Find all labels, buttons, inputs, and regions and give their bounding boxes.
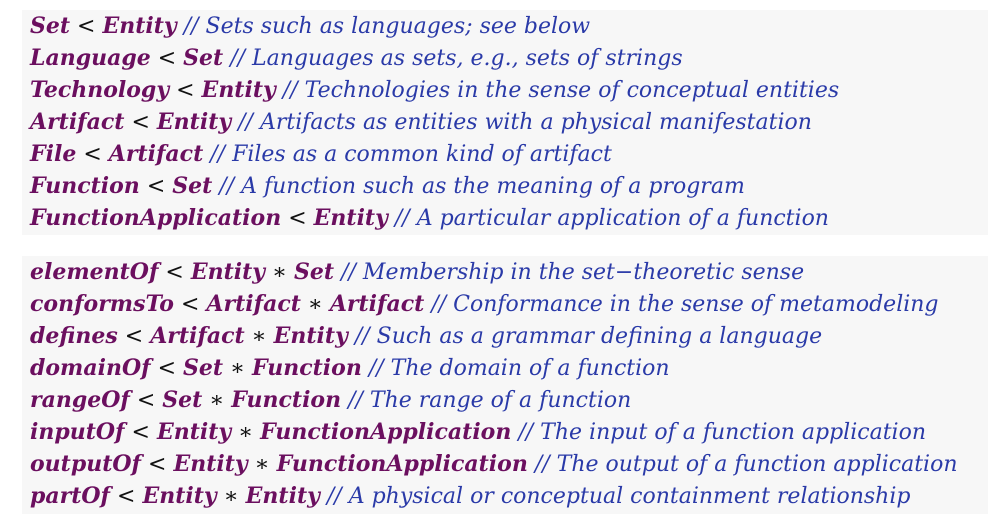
relation-domain: Artifact xyxy=(206,291,301,317)
relation-comment: // A physical or conceptual containment … xyxy=(326,484,911,509)
subtype-operator: < xyxy=(117,484,136,509)
supertype-name: Entity xyxy=(156,109,232,135)
relation-comment: // The input of a function application xyxy=(518,420,926,445)
relation-declaration-line: rangeOf < Set ∗ Function // The range of… xyxy=(30,384,631,416)
subtype-operator: < xyxy=(124,324,144,349)
type-declaration-line: Set < Entity // Sets such as languages; … xyxy=(30,10,590,42)
relation-declaration-line: defines < Artifact ∗ Entity // Such as a… xyxy=(30,320,822,352)
relation-range: FunctionApplication xyxy=(276,451,528,477)
relation-comment: // Membership in the set−theoretic sense xyxy=(341,260,805,285)
relation-range: Entity xyxy=(245,483,320,509)
type-comment: // A function such as the meaning of a p… xyxy=(219,174,745,199)
type-name: Language xyxy=(30,45,151,71)
relation-name: partOf xyxy=(30,483,111,509)
type-name: Artifact xyxy=(30,109,125,135)
product-operator: ∗ xyxy=(254,452,270,477)
type-declaration-line: Language < Set // Languages as sets, e.g… xyxy=(30,42,683,74)
type-declarations-block: Set < Entity // Sets such as languages; … xyxy=(22,10,988,235)
type-declaration-line: Function < Set // A function such as the… xyxy=(30,170,745,202)
relation-range: Entity xyxy=(273,323,348,349)
relation-name: defines xyxy=(30,323,118,349)
subtype-operator: < xyxy=(157,46,177,71)
relation-range: Function xyxy=(231,387,342,413)
product-operator: ∗ xyxy=(307,292,323,317)
relation-name: elementOf xyxy=(30,259,159,285)
product-operator: ∗ xyxy=(272,260,288,285)
relation-declaration-line: conformsTo < Artifact ∗ Artifact // Conf… xyxy=(30,288,939,320)
relation-domain: Entity xyxy=(190,259,266,285)
supertype-name: Entity xyxy=(102,13,177,39)
relation-domain: Entity xyxy=(173,451,248,477)
relation-name: domainOf xyxy=(30,355,151,381)
relation-declaration-line: partOf < Entity ∗ Entity // A physical o… xyxy=(30,480,910,512)
relation-comment: // The domain of a function xyxy=(368,356,670,381)
type-comment: // A particular application of a functio… xyxy=(394,206,829,231)
relation-range: Function xyxy=(252,355,362,381)
type-declaration-line: FunctionApplication < Entity // A partic… xyxy=(30,202,829,234)
product-operator: ∗ xyxy=(223,484,239,509)
relation-declaration-line: inputOf < Entity ∗ FunctionApplication /… xyxy=(30,416,926,448)
supertype-name: Entity xyxy=(201,77,276,103)
relation-name: conformsTo xyxy=(30,291,174,317)
relation-declaration-line: elementOf < Entity ∗ Set // Membership i… xyxy=(30,256,804,288)
relation-comment: // The range of a function xyxy=(348,388,632,413)
supertype-name: Set xyxy=(183,45,224,71)
subtype-operator: < xyxy=(165,260,184,285)
type-name: Technology xyxy=(30,77,170,103)
relation-declarations-block: elementOf < Entity ∗ Set // Membership i… xyxy=(22,256,988,514)
relation-comment: // Such as a grammar defining a language xyxy=(354,324,823,349)
subtype-operator: < xyxy=(148,452,167,477)
type-comment: // Technologies in the sense of conceptu… xyxy=(282,78,840,103)
relation-range: FunctionApplication xyxy=(260,419,512,445)
relation-name: rangeOf xyxy=(30,387,130,413)
relation-domain: Entity xyxy=(142,483,217,509)
type-comment: // Artifacts as entities with a physical… xyxy=(238,110,812,135)
product-operator: ∗ xyxy=(251,324,267,349)
type-name: Set xyxy=(30,13,71,39)
product-operator: ∗ xyxy=(238,420,254,445)
type-comment: // Files as a common kind of artifact xyxy=(210,142,612,167)
type-declaration-line: File < Artifact // Files as a common kin… xyxy=(30,138,612,170)
relation-name: inputOf xyxy=(30,419,125,445)
relation-name: outputOf xyxy=(30,451,141,477)
type-name: Function xyxy=(30,173,140,199)
product-operator: ∗ xyxy=(230,356,246,381)
subtype-operator: < xyxy=(131,420,150,445)
type-declaration-line: Technology < Entity // Technologies in t… xyxy=(30,74,839,106)
relation-range: Artifact xyxy=(329,291,425,317)
subtype-operator: < xyxy=(131,110,150,135)
relation-domain: Set xyxy=(162,387,203,413)
supertype-name: Set xyxy=(172,173,213,199)
subtype-operator: < xyxy=(288,206,307,231)
subtype-operator: < xyxy=(176,78,195,103)
subtype-operator: < xyxy=(83,142,102,167)
type-name: FunctionApplication xyxy=(30,205,282,231)
subtype-operator: < xyxy=(136,388,156,413)
relation-declaration-line: outputOf < Entity ∗ FunctionApplication … xyxy=(30,448,958,480)
subtype-operator: < xyxy=(146,174,166,199)
supertype-name: Artifact xyxy=(108,141,204,167)
supertype-name: Entity xyxy=(313,205,388,231)
type-comment: // Languages as sets, e.g., sets of stri… xyxy=(230,46,683,71)
product-operator: ∗ xyxy=(209,388,225,413)
type-comment: // Sets such as languages; see below xyxy=(183,14,591,39)
relation-domain: Set xyxy=(183,355,224,381)
relation-domain: Entity xyxy=(156,419,232,445)
relation-comment: // The output of a function application xyxy=(534,452,958,477)
relation-domain: Artifact xyxy=(150,323,245,349)
subtype-operator: < xyxy=(180,292,200,317)
subtype-operator: < xyxy=(157,356,177,381)
subtype-operator: < xyxy=(77,14,96,39)
type-declaration-line: Artifact < Entity // Artifacts as entiti… xyxy=(30,106,812,138)
relation-comment: // Conformance in the sense of metamodel… xyxy=(431,292,939,317)
relation-range: Set xyxy=(294,259,335,285)
type-name: File xyxy=(30,141,77,167)
relation-declaration-line: domainOf < Set ∗ Function // The domain … xyxy=(30,352,670,384)
